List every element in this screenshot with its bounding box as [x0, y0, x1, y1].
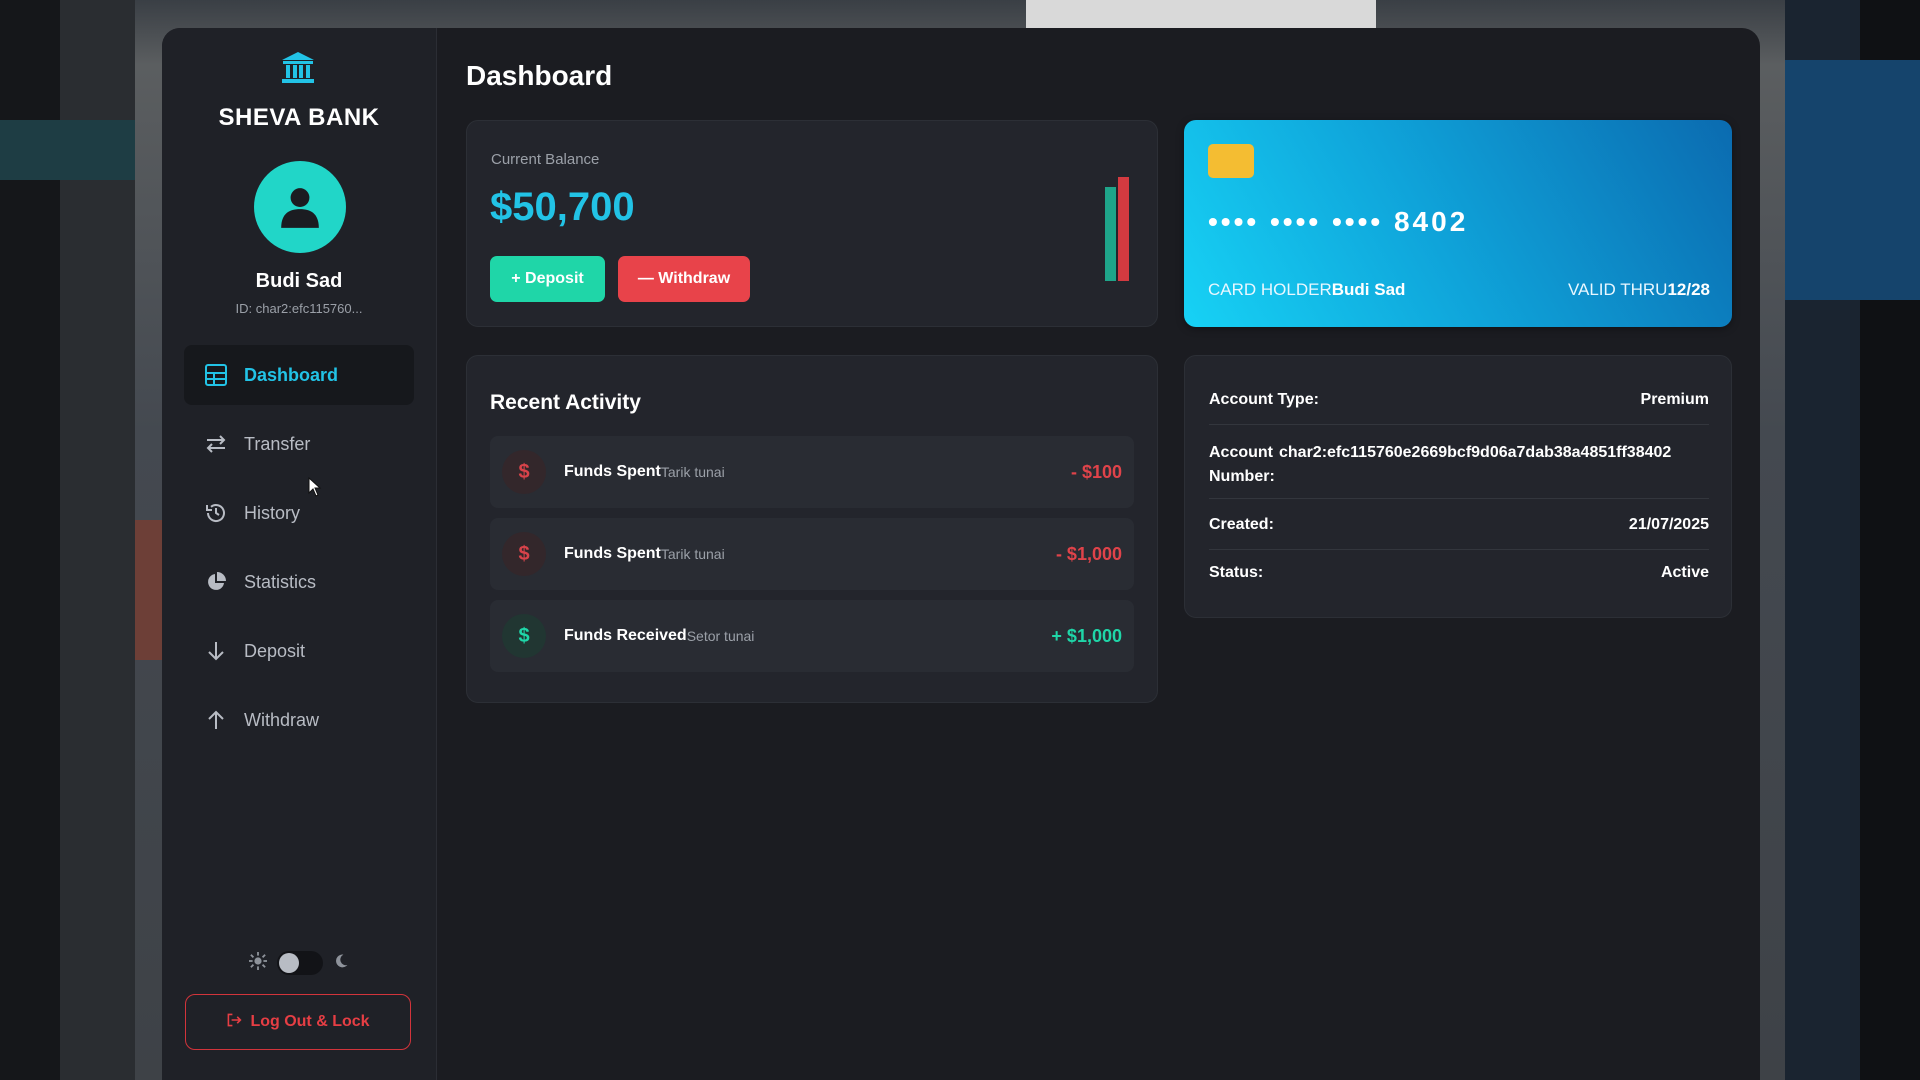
bank-icon — [280, 50, 316, 86]
activity-name: Funds Spent — [564, 463, 661, 480]
activity-sub: Tarik tunai — [660, 546, 725, 562]
sidebar-nav: Dashboard Transfer History Statistics De… — [184, 345, 414, 759]
balance-value: $50,700 — [490, 185, 635, 229]
divider — [1209, 424, 1709, 425]
activity-item[interactable]: $ Funds Spent Tarik tunai - $100 — [490, 436, 1134, 508]
logout-button[interactable]: Log Out & Lock — [185, 994, 411, 1050]
balance-panel: Current Balance $50,700 + Deposit — With… — [466, 120, 1158, 327]
mini-chart-bar — [1118, 177, 1129, 281]
sidebar-item-label: Transfer — [244, 433, 311, 454]
user-icon — [281, 188, 319, 228]
moon-icon — [333, 953, 349, 974]
sidebar-item-label: Deposit — [244, 640, 306, 661]
created-row: Created: 21/07/2025 — [1209, 516, 1709, 534]
mini-chart-bar — [1105, 187, 1116, 281]
activity-amount: + $1,000 — [1051, 625, 1122, 646]
account-number-label-line2: Number: — [1209, 468, 1275, 485]
pie-chart-icon — [204, 570, 228, 594]
toggle-knob — [279, 953, 299, 973]
sun-icon — [249, 951, 267, 975]
activity-name: Funds Spent — [564, 545, 661, 562]
status-label: Status: — [1209, 564, 1264, 581]
sidebar-item-label: Statistics — [244, 571, 317, 592]
theme-toggle[interactable] — [277, 951, 323, 975]
main-content: Dashboard Current Balance $50,700 + Depo… — [436, 28, 1760, 1080]
dollar-icon: $ — [502, 532, 546, 576]
sidebar-item-label: History — [244, 502, 301, 523]
background-detail — [135, 520, 165, 660]
created-value: 21/07/2025 — [1628, 516, 1709, 533]
sidebar-item-statistics[interactable]: Statistics — [184, 552, 414, 612]
activity-list: $ Funds Spent Tarik tunai - $100 $ Funds … — [490, 436, 1134, 682]
user-name: Budi Sad — [255, 270, 343, 292]
activity-sub: Tarik tunai — [660, 464, 725, 480]
recent-activity-title: Recent Activity — [490, 391, 641, 414]
sidebar-item-dashboard[interactable]: Dashboard — [184, 345, 414, 405]
status-row: Status: Active — [1209, 564, 1709, 582]
sidebar-item-transfer[interactable]: Transfer — [184, 414, 414, 474]
divider — [1209, 498, 1709, 499]
account-type-label: Account Type: — [1209, 391, 1319, 408]
activity-item[interactable]: $ Funds Received Setor tunai + $1,000 — [490, 600, 1134, 672]
activity-item[interactable]: $ Funds Spent Tarik tunai - $1,000 — [490, 518, 1134, 590]
background-detail — [1026, 0, 1376, 28]
sidebar-item-withdraw[interactable]: Withdraw — [184, 690, 414, 750]
account-number-row: Account Number: char2:efc115760e2669bcf9d… — [1209, 441, 1709, 489]
activity-amount: - $100 — [1070, 461, 1122, 482]
card-holder: CARD HOLDERBudi Sad — [1208, 280, 1405, 300]
background-detail — [0, 120, 135, 180]
card-valid-label: VALID THRU — [1567, 280, 1668, 299]
sidebar: SHEVA BANK Budi Sad ID: char2:efc115760.… — [162, 28, 437, 1080]
account-info-panel: Account Type: Premium Account Number: cha… — [1184, 355, 1732, 618]
theme-toggle-row — [162, 948, 436, 978]
bank-card: •••• •••• •••• 8402 CARD HOLDERBudi Sad … — [1184, 120, 1732, 327]
background-detail — [1785, 60, 1920, 300]
sidebar-item-deposit[interactable]: Deposit — [184, 621, 414, 681]
account-type-row: Account Type: Premium — [1209, 391, 1709, 409]
logout-label: Log Out & Lock — [250, 1013, 370, 1030]
balance-label: Current Balance — [491, 151, 600, 168]
sidebar-item-label: Dashboard — [244, 364, 339, 385]
card-valid: VALID THRU12/28 — [1568, 280, 1710, 300]
sidebar-item-history[interactable]: History — [184, 483, 414, 543]
account-number-value: char2:efc115760e2669bcf9d06a7dab38a4851f… — [1279, 444, 1672, 461]
card-valid-value: 12/28 — [1667, 280, 1710, 299]
mouse-cursor-icon — [308, 477, 322, 497]
recent-activity-panel: Recent Activity $ Funds Spent Tarik tunai… — [466, 355, 1158, 703]
swap-icon — [204, 432, 228, 456]
history-icon — [204, 501, 228, 525]
account-type-value: Premium — [1640, 391, 1709, 408]
dollar-icon: $ — [502, 614, 546, 658]
divider — [1209, 549, 1709, 550]
card-number: •••• •••• •••• 8402 — [1208, 206, 1469, 237]
account-number-label-line1: Account — [1209, 444, 1273, 461]
page-title: Dashboard — [466, 60, 613, 91]
dollar-icon: $ — [502, 450, 546, 494]
logout-icon — [226, 1012, 242, 1033]
bank-app-window: SHEVA BANK Budi Sad ID: char2:efc115760.… — [162, 28, 1760, 1080]
arrow-up-icon — [204, 708, 228, 732]
bank-name: SHEVA BANK — [218, 104, 380, 131]
sidebar-item-label: Withdraw — [244, 709, 320, 730]
created-label: Created: — [1209, 516, 1274, 533]
status-value: Active — [1660, 564, 1709, 581]
user-id: ID: char2:efc115760... — [235, 301, 363, 316]
arrow-down-icon — [204, 639, 228, 663]
avatar — [254, 161, 346, 253]
card-chip-icon — [1208, 144, 1254, 178]
card-holder-name: Budi Sad — [1331, 280, 1406, 299]
activity-amount: - $1,000 — [1055, 543, 1122, 564]
card-holder-label: CARD HOLDER — [1208, 280, 1332, 299]
activity-name: Funds Received — [564, 627, 687, 644]
activity-sub: Setor tunai — [686, 628, 755, 644]
withdraw-button[interactable]: — Withdraw — [618, 256, 750, 302]
grid-icon — [204, 363, 228, 387]
deposit-button[interactable]: + Deposit — [490, 256, 605, 302]
